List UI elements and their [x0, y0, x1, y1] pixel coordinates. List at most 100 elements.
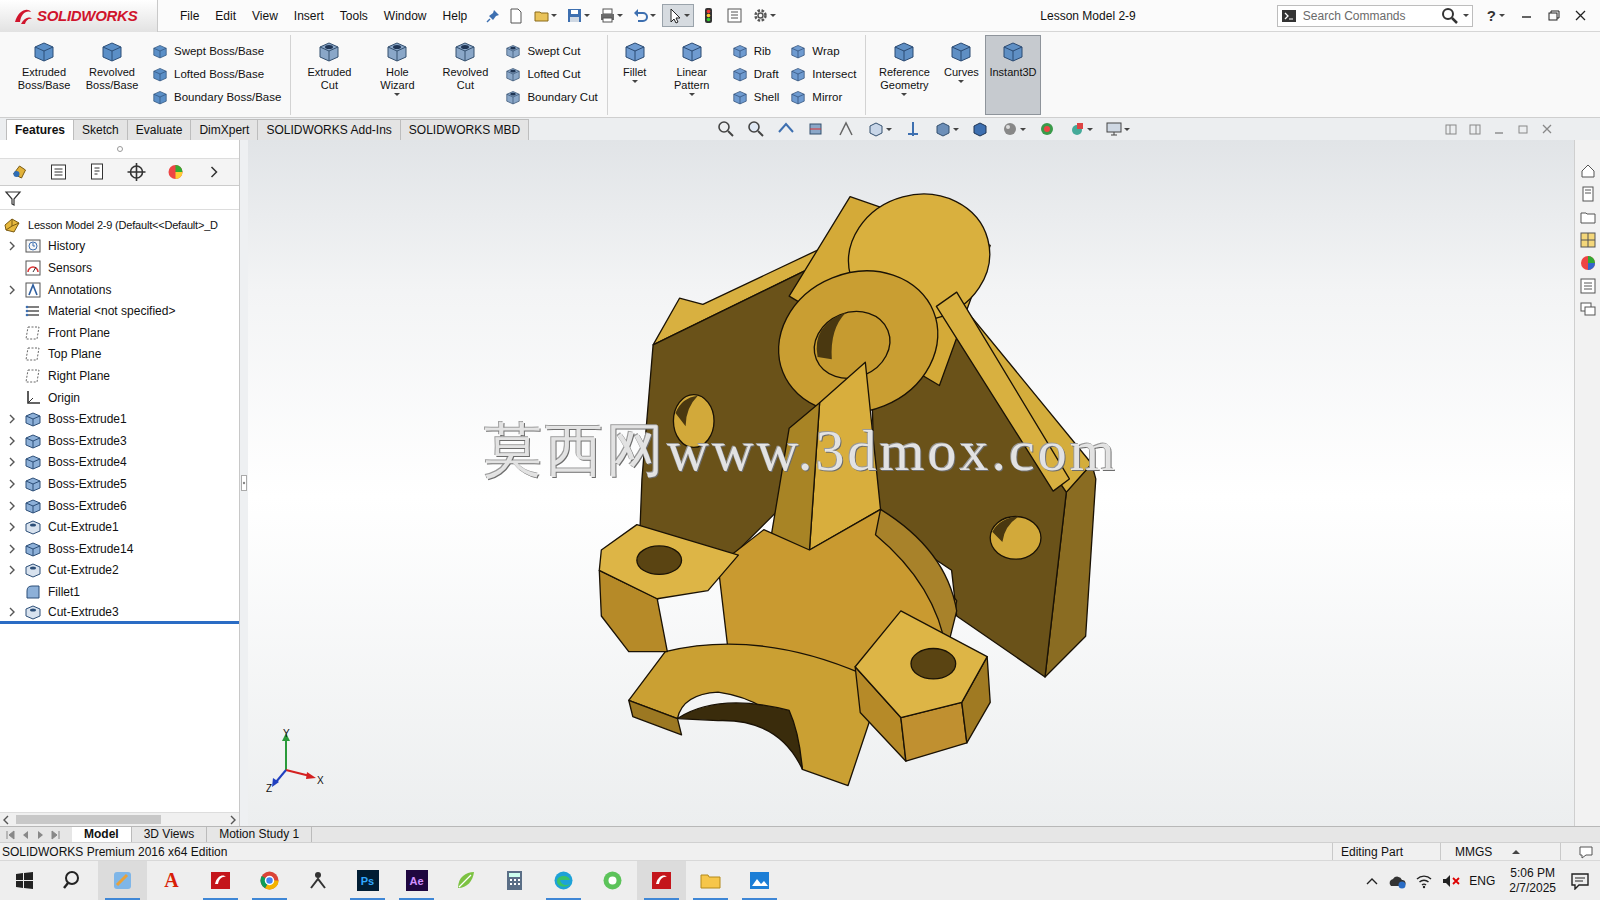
dropdown-caret-icon[interactable]: [684, 13, 690, 18]
save-button[interactable]: [563, 5, 593, 26]
minimize-icon[interactable]: [1513, 4, 1540, 28]
help-button[interactable]: ?: [1487, 7, 1505, 24]
print-button[interactable]: [596, 5, 626, 26]
solidworks-icon[interactable]: [650, 869, 673, 892]
dropdown-caret-icon[interactable]: [1463, 13, 1469, 18]
open-folder-icon[interactable]: [533, 7, 550, 24]
ribbon-small-button[interactable]: Intersect: [789, 62, 856, 85]
people-icon[interactable]: [307, 869, 330, 892]
tree-item[interactable]: Sensors: [0, 257, 239, 279]
panel-more-icon[interactable]: [195, 162, 234, 182]
ribbon-button[interactable]: Revolved Cut: [432, 35, 498, 115]
display-manager-icon[interactable]: [156, 162, 195, 182]
ribbon-small-button[interactable]: Rib: [731, 39, 780, 62]
taskbar-app[interactable]: [490, 861, 539, 900]
menu-item[interactable]: Insert: [286, 7, 332, 25]
feature-icon[interactable]: [384, 38, 410, 64]
hide-show-button[interactable]: [931, 118, 962, 140]
green-icon[interactable]: [601, 869, 624, 892]
panel-splitter[interactable]: [240, 140, 248, 826]
ribbon-small-button[interactable]: Wrap: [789, 39, 856, 62]
view-orientation-icon[interactable]: [867, 120, 885, 138]
taskbar-app[interactable]: [294, 861, 343, 900]
undo-icon[interactable]: [632, 7, 649, 24]
design-library-icon[interactable]: [1579, 185, 1597, 203]
view-palette-icon[interactable]: [1579, 231, 1597, 249]
edge-icon[interactable]: [552, 869, 575, 892]
feature-icon[interactable]: [679, 38, 705, 64]
menu-item[interactable]: View: [244, 7, 286, 25]
ribbon-small-button[interactable]: Mirror: [789, 86, 856, 109]
pin-icon[interactable]: [485, 8, 501, 24]
expand-arrow-icon[interactable]: [4, 519, 20, 535]
zoom-area-icon[interactable]: [747, 120, 765, 138]
menu-item[interactable]: Tools: [332, 7, 376, 25]
taskbar-app[interactable]: [245, 861, 294, 900]
tile-left-icon[interactable]: [1444, 122, 1460, 137]
dropdown-caret-icon[interactable]: [394, 92, 400, 97]
file-properties-button[interactable]: [723, 5, 746, 26]
ribbon-button[interactable]: Instant3D: [985, 35, 1040, 115]
view-orientation-button[interactable]: [864, 118, 895, 140]
ribbon-button[interactable]: Reference Geometry: [871, 35, 937, 115]
explorer-icon[interactable]: [699, 869, 722, 892]
file-properties-icon[interactable]: [726, 7, 743, 24]
feature-manager-icon[interactable]: [0, 162, 39, 182]
command-tab[interactable]: SOLIDWORKS Add-Ins: [257, 119, 400, 140]
tree-item[interactable]: Cut-Extrude3: [0, 603, 239, 625]
taskbar-app[interactable]: [441, 861, 490, 900]
expand-arrow-icon[interactable]: [4, 238, 20, 254]
command-tab[interactable]: Features: [6, 119, 74, 140]
hide-show-icon[interactable]: [934, 120, 952, 138]
dropdown-caret-icon[interactable]: [551, 13, 557, 18]
tree-item[interactable]: Right Plane: [0, 365, 239, 387]
search-icon[interactable]: [62, 869, 85, 892]
ribbon-button[interactable]: Extruded Cut: [296, 35, 362, 115]
save-icon[interactable]: [566, 7, 583, 24]
appearances-icon[interactable]: [1579, 254, 1597, 272]
edit-appearance-button[interactable]: [1065, 118, 1096, 140]
expand-arrow-icon[interactable]: [4, 498, 20, 514]
options-gear-icon[interactable]: [752, 7, 769, 24]
scene-icon[interactable]: [1038, 120, 1056, 138]
file-explorer-icon[interactable]: [1579, 208, 1597, 226]
filter-funnel-icon[interactable]: [3, 188, 23, 208]
taskbar-app[interactable]: [735, 861, 784, 900]
monitor-icon[interactable]: [1105, 120, 1123, 138]
command-tab[interactable]: Sketch: [73, 119, 128, 140]
tree-item[interactable]: Cut-Extrude1: [0, 516, 239, 538]
input-language[interactable]: ENG: [1469, 874, 1495, 888]
undo-button[interactable]: [629, 5, 659, 26]
feature-icon[interactable]: [316, 38, 342, 64]
units-up-arrow-icon[interactable]: [1512, 849, 1520, 855]
last-tab-icon[interactable]: [49, 828, 62, 842]
scroll-right-icon[interactable]: [227, 814, 239, 826]
taskbar-app[interactable]: A: [147, 861, 196, 900]
tree-item[interactable]: Origin: [0, 387, 239, 409]
ribbon-button[interactable]: Extruded Boss/Base: [11, 35, 77, 115]
ribbon-small-button[interactable]: Draft: [731, 62, 780, 85]
taskbar-app[interactable]: [588, 861, 637, 900]
tree-item[interactable]: Annotations: [0, 279, 239, 301]
feature-icon[interactable]: [504, 88, 522, 106]
tree-item[interactable]: Boss-Extrude3: [0, 430, 239, 452]
model-tab[interactable]: Motion Study 1: [207, 827, 312, 842]
taskbar-app[interactable]: Ae: [392, 861, 441, 900]
expand-arrow-icon[interactable]: [4, 433, 20, 449]
select-arrow-button[interactable]: [662, 4, 694, 27]
previous-view-icon[interactable]: [777, 120, 795, 138]
volume-muted-icon[interactable]: [1441, 873, 1461, 889]
feature-icon[interactable]: [1000, 38, 1026, 64]
ribbon-button[interactable]: Curves: [939, 35, 983, 115]
taskbar-app[interactable]: [98, 861, 147, 900]
display-style-icon[interactable]: [904, 120, 922, 138]
feature-icon[interactable]: [452, 38, 478, 64]
collapse-handle-icon[interactable]: [116, 145, 124, 153]
tree-item[interactable]: Boss-Extrude1: [0, 408, 239, 430]
tree-item[interactable]: Boss-Extrude6: [0, 495, 239, 517]
units-cell[interactable]: MMGS: [1440, 843, 1560, 861]
feature-icon[interactable]: [789, 88, 807, 106]
dropdown-caret-icon[interactable]: [886, 127, 892, 132]
dropdown-caret-icon[interactable]: [953, 127, 959, 132]
magnifier-icon[interactable]: [1441, 7, 1459, 25]
